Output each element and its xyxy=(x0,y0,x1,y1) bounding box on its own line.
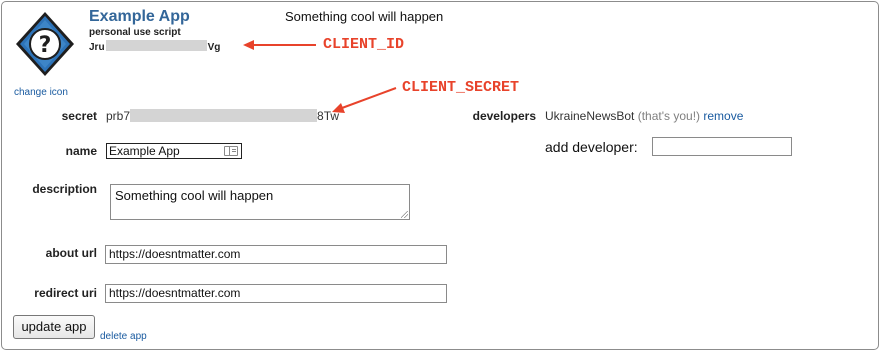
client-id-annotation: CLIENT_ID xyxy=(323,36,405,53)
redirect-uri-input[interactable]: https://doesntmatter.com xyxy=(105,284,447,303)
client-secret-arrow xyxy=(332,87,397,113)
client-id-arrow xyxy=(243,40,316,50)
secret-redaction xyxy=(130,109,318,122)
add-developer-input[interactable] xyxy=(652,137,792,156)
developers-label: developers xyxy=(472,109,536,123)
autofill-icon[interactable] xyxy=(224,146,238,156)
secret-end: 8Tw xyxy=(317,109,340,123)
secret-value: prb7 8Tw xyxy=(106,109,339,123)
resize-handle-icon[interactable] xyxy=(401,211,408,218)
name-input-value: Example App xyxy=(109,144,180,158)
secret-label: secret xyxy=(61,109,97,123)
developer-note: (that's you!) xyxy=(637,109,701,123)
about-url-value: https://doesntmatter.com xyxy=(109,247,241,261)
about-url-input[interactable]: https://doesntmatter.com xyxy=(105,245,447,264)
update-app-button[interactable]: update app xyxy=(13,315,95,339)
name-input[interactable]: Example App xyxy=(106,143,242,159)
redirect-uri-label: redirect uri xyxy=(34,286,97,300)
delete-app-link[interactable]: delete app xyxy=(100,331,147,342)
remove-developer-link[interactable]: remove xyxy=(703,109,743,123)
about-url-label: about url xyxy=(45,246,97,260)
client-secret-annotation: CLIENT_SECRET xyxy=(402,79,520,96)
developer-name: UkraineNewsBot xyxy=(545,109,635,123)
description-label: description xyxy=(32,182,97,196)
name-label: name xyxy=(65,144,97,158)
description-textarea-value: Something cool will happen xyxy=(115,188,274,203)
secret-start: prb7 xyxy=(106,109,131,123)
redirect-uri-value: https://doesntmatter.com xyxy=(109,286,241,300)
developer-entry: UkraineNewsBot (that's you!) remove xyxy=(545,109,743,123)
add-developer-label: add developer: xyxy=(545,139,638,155)
description-textarea[interactable]: Something cool will happen xyxy=(110,184,410,220)
